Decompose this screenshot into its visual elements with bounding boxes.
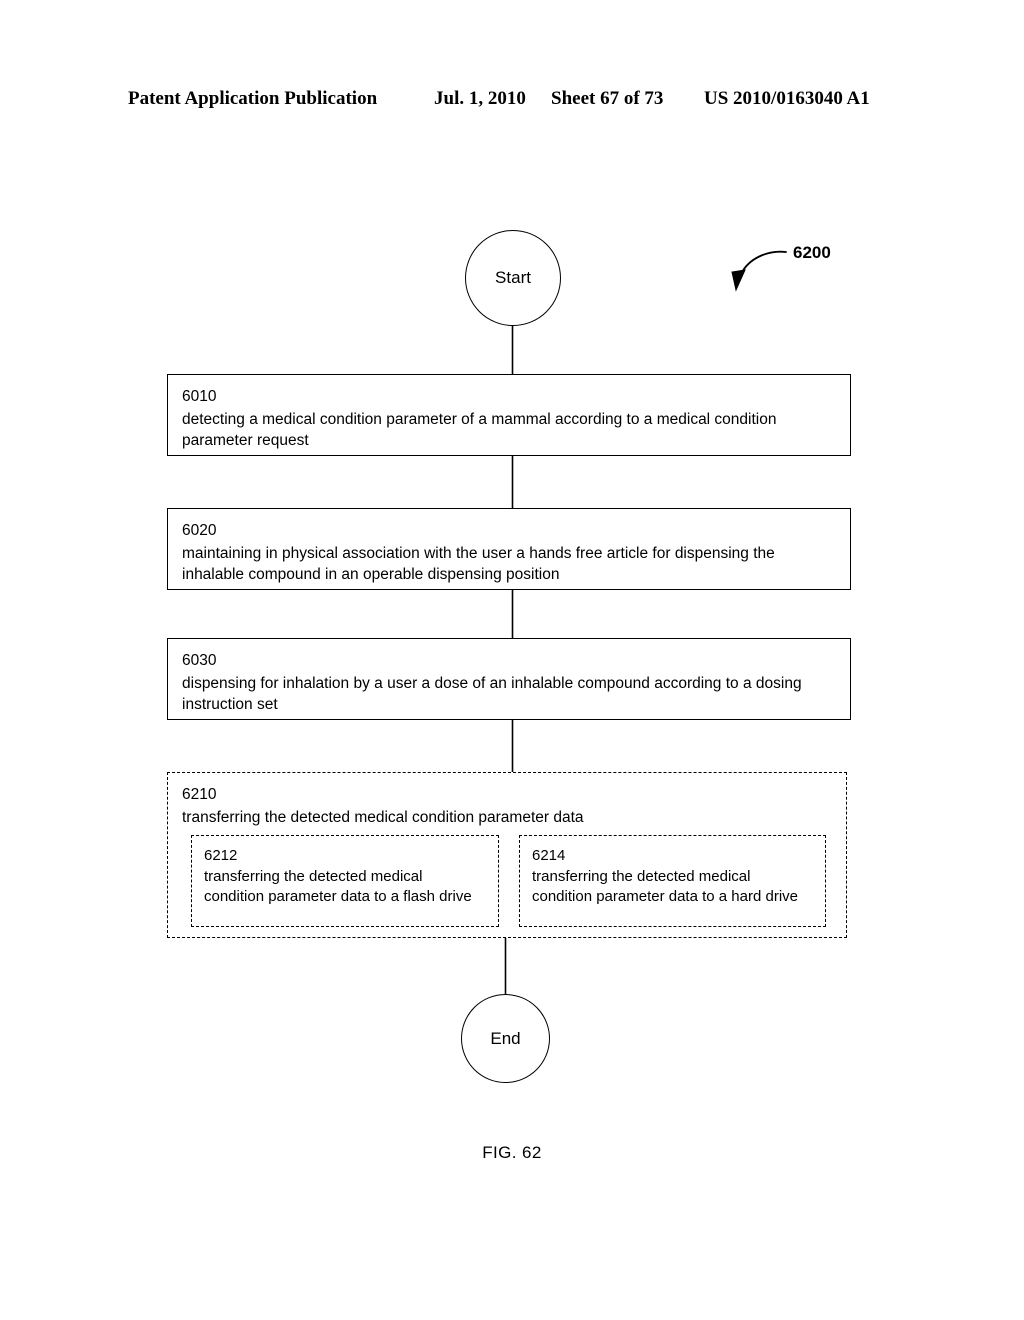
callout-6200-label: 6200 (793, 243, 831, 262)
flowchart-start-node: Start (465, 230, 561, 326)
substep-6212-number: 6212 (204, 847, 238, 864)
step-6210-number: 6210 (182, 786, 217, 803)
substep-6212-text: transferring the detected medical condit… (204, 868, 472, 905)
flowchart-step-6030: 6030 dispensing for inhalation by a user… (167, 638, 851, 720)
start-node-label: Start (495, 268, 531, 287)
figure-caption: FIG. 62 (482, 1143, 542, 1162)
callout-6200-leader-line (740, 250, 787, 275)
header-document-number: US 2010/0163040 A1 (704, 88, 870, 109)
header-publication-date: Jul. 1, 2010 (434, 88, 526, 109)
flowchart-substep-6212: 6212 transferring the detected medical c… (191, 835, 499, 927)
step-6010-text: detecting a medical condition parameter … (182, 411, 777, 449)
step-6210-text: transferring the detected medical condit… (182, 809, 584, 826)
flowchart-step-6020: 6020 maintaining in physical association… (167, 508, 851, 590)
substep-6214-number: 6214 (532, 847, 566, 864)
flowchart-step-6210: 6210 transferring the detected medical c… (167, 772, 847, 938)
flowchart-end-node: End (461, 994, 550, 1083)
substep-6214-text: transferring the detected medical condit… (532, 868, 798, 905)
callout-6200-arrowhead (731, 269, 746, 292)
header-publication-title: Patent Application Publication (128, 88, 378, 109)
step-6020-text: maintaining in physical association with… (182, 545, 775, 583)
flowchart-substep-6214: 6214 transferring the detected medical c… (519, 835, 826, 927)
end-node-label: End (490, 1028, 521, 1048)
step-6020-number: 6020 (182, 522, 217, 539)
step-6010-number: 6010 (182, 388, 217, 405)
step-6030-text: dispensing for inhalation by a user a do… (182, 675, 802, 713)
step-6030-number: 6030 (182, 652, 217, 669)
page-header: Patent Application Publication Jul. 1, 2… (0, 88, 1024, 114)
patent-figure-page: Patent Application Publication Jul. 1, 2… (0, 0, 1024, 1320)
header-sheet-number: Sheet 67 of 73 (551, 88, 664, 109)
flowchart-step-6010: 6010 detecting a medical condition param… (167, 374, 851, 456)
